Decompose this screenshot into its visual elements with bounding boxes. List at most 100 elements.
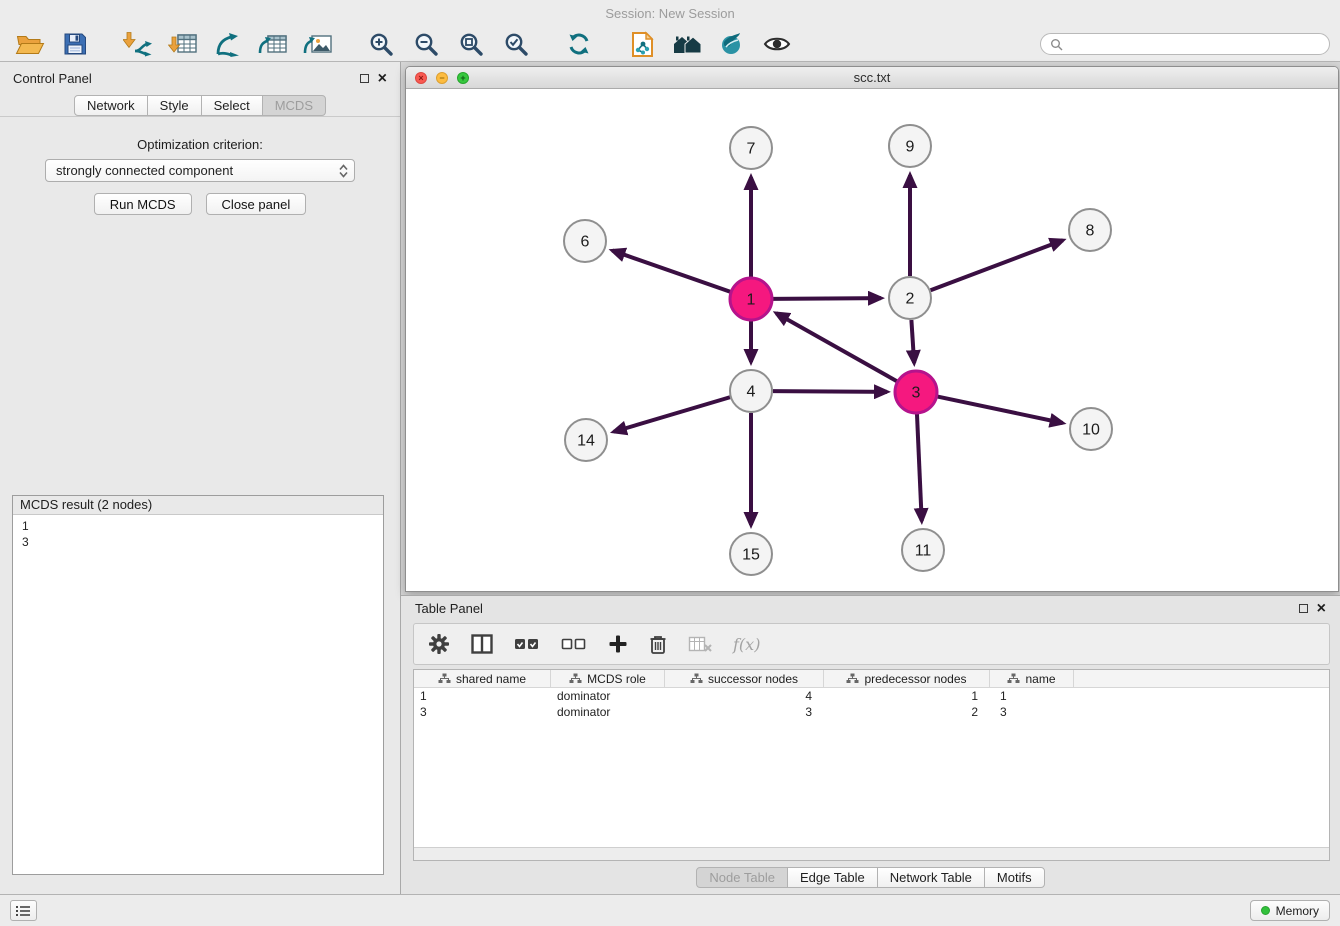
close-panel-icon[interactable]: × <box>378 71 387 87</box>
export-table-icon <box>258 31 288 57</box>
import-table-button[interactable] <box>163 29 203 59</box>
graph-edge-4-14[interactable] <box>614 397 730 431</box>
graph-node-15[interactable]: 15 <box>730 533 772 575</box>
delete-column-button[interactable] <box>649 634 667 655</box>
graph-edge-2-3[interactable] <box>911 320 914 363</box>
export-image-button[interactable] <box>298 29 338 59</box>
save-session-button[interactable] <box>55 29 95 59</box>
svg-text:11: 11 <box>915 543 932 560</box>
float-table-panel-icon[interactable] <box>1299 604 1308 613</box>
control-panel-title: Control Panel <box>13 71 92 86</box>
result-line: 3 <box>22 534 374 550</box>
export-table-button[interactable] <box>253 29 293 59</box>
first-neighbors-button[interactable] <box>667 29 707 59</box>
graph-node-4[interactable]: 4 <box>730 370 772 412</box>
select-all-button[interactable] <box>514 636 540 652</box>
mcds-result-list[interactable]: 1 3 <box>13 514 383 874</box>
network-window-title: scc.txt <box>854 70 891 85</box>
tab-network-table[interactable]: Network Table <box>877 867 985 888</box>
column-header-shared-name[interactable]: shared name <box>414 670 551 687</box>
network-from-clipboard-button[interactable] <box>622 29 662 59</box>
zoom-fit-button[interactable] <box>451 29 491 59</box>
show-columns-button[interactable] <box>471 634 493 654</box>
delete-table-icon <box>688 635 712 653</box>
graph-node-11[interactable]: 11 <box>902 529 944 571</box>
mcds-result-box: MCDS result (2 nodes) 1 3 <box>12 495 384 875</box>
control-panel-tabs: Network Style Select MCDS <box>0 95 400 117</box>
graph-node-3[interactable]: 3 <box>895 371 937 413</box>
zoom-out-button[interactable] <box>406 29 446 59</box>
import-network-button[interactable] <box>118 29 158 59</box>
tab-motifs[interactable]: Motifs <box>984 867 1045 888</box>
deselect-all-button[interactable] <box>561 636 587 652</box>
graph-node-1[interactable]: 1 <box>730 278 772 320</box>
float-panel-icon[interactable] <box>360 74 369 83</box>
tab-network[interactable]: Network <box>74 95 148 116</box>
optimization-criterion-label: Optimization criterion: <box>0 137 400 152</box>
zoom-selected-button[interactable] <box>496 29 536 59</box>
graph-node-8[interactable]: 8 <box>1069 209 1111 251</box>
run-mcds-button[interactable]: Run MCDS <box>94 193 192 215</box>
show-hide-button[interactable] <box>757 29 797 59</box>
horizontal-scrollbar[interactable] <box>414 847 1329 860</box>
window-title: Session: New Session <box>605 6 734 21</box>
memory-button[interactable]: Memory <box>1250 900 1330 921</box>
tab-select[interactable]: Select <box>201 95 263 116</box>
graph-edge-3-11[interactable] <box>917 414 922 521</box>
network-graph[interactable]: 7 9 6 8 1 2 4 3 14 10 15 11 <box>406 89 1338 591</box>
zoom-in-button[interactable] <box>361 29 401 59</box>
close-panel-button[interactable]: Close panel <box>206 193 307 215</box>
column-header-successor-nodes[interactable]: successor nodes <box>665 670 824 687</box>
open-session-button[interactable] <box>10 29 50 59</box>
close-window-button[interactable]: × <box>415 72 427 84</box>
table-toolbar: f(x) <box>413 623 1330 665</box>
export-network-button[interactable] <box>208 29 248 59</box>
network-window-titlebar[interactable]: × − + scc.txt <box>406 67 1338 89</box>
graph-node-6[interactable]: 6 <box>564 220 606 262</box>
graph-edge-4-3[interactable] <box>773 391 887 392</box>
search-input[interactable] <box>1068 37 1320 51</box>
svg-text:15: 15 <box>742 547 760 564</box>
graph-edge-1-2[interactable] <box>773 298 881 299</box>
column-header-name[interactable]: name <box>990 670 1074 687</box>
task-history-button[interactable] <box>10 900 37 921</box>
graph-node-10[interactable]: 10 <box>1070 408 1112 450</box>
graph-node-14[interactable]: 14 <box>565 419 607 461</box>
svg-text:9: 9 <box>906 139 915 156</box>
import-network-icon <box>123 31 153 57</box>
column-header-predecessor-nodes[interactable]: predecessor nodes <box>824 670 990 687</box>
tab-mcds[interactable]: MCDS <box>262 95 326 116</box>
graph-edge-2-8[interactable] <box>931 240 1063 290</box>
main-toolbar <box>0 27 1340 62</box>
clipboard-network-icon <box>630 31 655 58</box>
graph-node-2[interactable]: 2 <box>889 277 931 319</box>
optimization-criterion-select[interactable]: strongly connected component <box>45 159 355 182</box>
tab-node-table[interactable]: Node Table <box>696 867 788 888</box>
graph-edge-1-6[interactable] <box>612 251 730 292</box>
delete-table-button[interactable] <box>688 635 712 653</box>
zoom-window-button[interactable]: + <box>457 72 469 84</box>
table-row[interactable]: 3 dominator 3 2 3 <box>414 704 1329 720</box>
checked-boxes-icon <box>514 636 540 652</box>
close-table-panel-icon[interactable]: × <box>1317 601 1326 617</box>
function-builder-button[interactable]: f(x) <box>733 635 760 654</box>
graph-node-9[interactable]: 9 <box>889 125 931 167</box>
table-settings-button[interactable] <box>428 633 450 655</box>
graph-node-7[interactable]: 7 <box>730 127 772 169</box>
minimize-window-button[interactable]: − <box>436 72 448 84</box>
houses-icon <box>671 32 703 56</box>
table-empty-area <box>414 720 1329 847</box>
refresh-view-button[interactable] <box>559 29 599 59</box>
add-column-button[interactable] <box>608 634 628 654</box>
graph-edge-3-10[interactable] <box>938 397 1063 423</box>
network-canvas[interactable]: 7 9 6 8 1 2 4 3 14 10 15 11 <box>406 89 1338 591</box>
graph-edge-3-1[interactable] <box>776 313 897 381</box>
table-row[interactable]: 1 dominator 4 1 1 <box>414 688 1329 704</box>
svg-text:8: 8 <box>1086 223 1095 240</box>
apply-style-button[interactable] <box>712 29 752 59</box>
column-tree-icon <box>438 673 451 684</box>
column-header-mcds-role[interactable]: MCDS role <box>551 670 665 687</box>
tab-edge-table[interactable]: Edge Table <box>787 867 878 888</box>
svg-text:1: 1 <box>747 292 756 309</box>
tab-style[interactable]: Style <box>147 95 202 116</box>
